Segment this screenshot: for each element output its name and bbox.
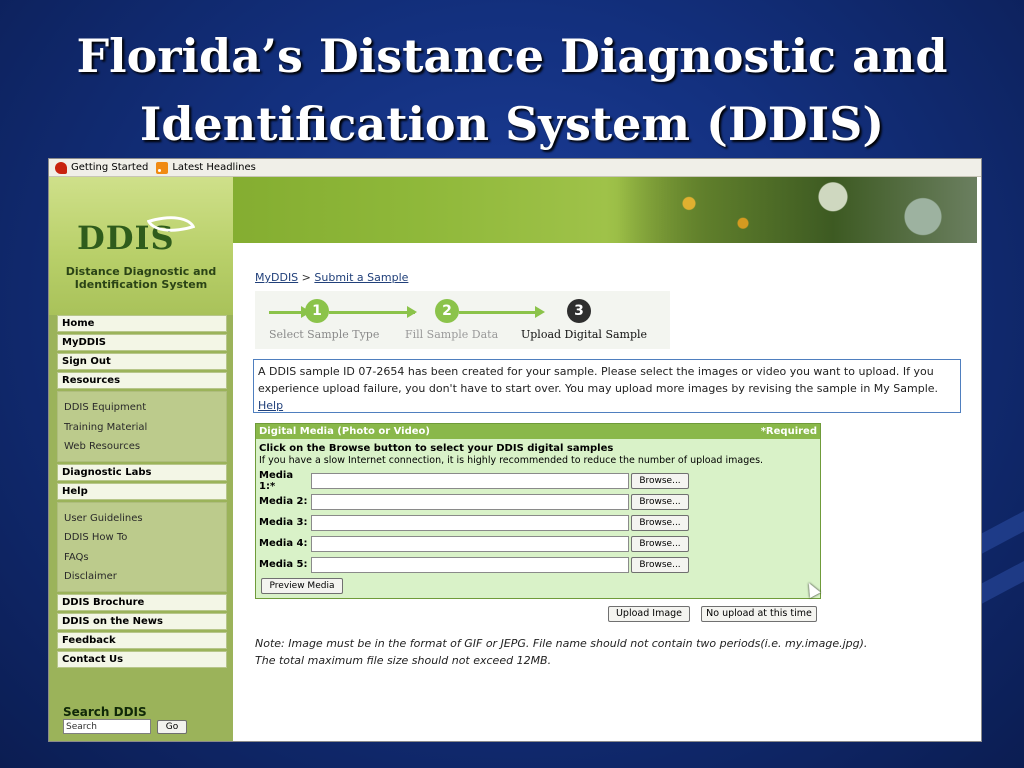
search-title: Search DDIS — [63, 705, 147, 719]
media-3-label: Media 3: — [259, 517, 308, 528]
media-instruction-bold: Click on the Browse button to select you… — [259, 443, 614, 454]
sidebar-item-ddis-brochure[interactable]: DDIS Brochure — [57, 593, 227, 611]
no-upload-button[interactable]: No upload at this time — [701, 606, 817, 622]
bookmark-label: Latest Headlines — [172, 162, 256, 173]
sidebar-item-ddis-how-to[interactable]: DDIS How To — [64, 528, 226, 548]
media-3-browse-button[interactable]: Browse... — [631, 514, 689, 531]
media-3-field[interactable] — [311, 514, 629, 531]
step-connector — [329, 311, 415, 314]
logo-area: DDIS Distance Diagnostic and Identificat… — [49, 177, 233, 315]
breadcrumb-submit-sample[interactable]: Submit a Sample — [314, 271, 408, 284]
logo-subtitle-line2: Identification System — [74, 278, 208, 291]
search-input[interactable] — [63, 719, 151, 734]
note-line-2: The total maximum file size should not e… — [255, 654, 552, 667]
media-2-label: Media 2: — [259, 496, 308, 507]
step-connector — [459, 311, 539, 314]
sidebar-item-contact-us[interactable]: Contact Us — [57, 650, 227, 668]
breadcrumb-myddis[interactable]: MyDDIS — [255, 271, 298, 284]
help-submenu: User Guidelines DDIS How To FAQs Disclai… — [57, 501, 227, 592]
media-instruction-text: If you have a slow Internet connection, … — [259, 455, 764, 466]
media-1-browse-button[interactable]: Browse... — [631, 472, 689, 489]
media-4-label: Media 4: — [259, 538, 308, 549]
media-1-label: Media 1:* — [259, 469, 294, 492]
sidebar-item-user-guidelines[interactable]: User Guidelines — [64, 509, 226, 529]
media-5-field[interactable] — [311, 556, 629, 573]
sidebar-item-web-resources[interactable]: Web Resources — [64, 437, 226, 457]
sidebar: DDIS Distance Diagnostic and Identificat… — [49, 177, 233, 741]
bookmark-latest-headlines[interactable]: Latest Headlines — [156, 161, 256, 174]
sidebar-nav: Home MyDDIS Sign Out Resources DDIS Equi… — [57, 315, 227, 670]
note-line-1: Note: Image must be in the format of GIF… — [255, 637, 868, 650]
sidebar-item-disclaimer[interactable]: Disclaimer — [64, 567, 226, 587]
bookmarks-bar: Getting Started Latest Headlines — [49, 159, 981, 177]
resources-submenu: DDIS Equipment Training Material Web Res… — [57, 391, 227, 462]
media-row-5: Media 5: Browse... — [259, 556, 689, 573]
sidebar-item-help[interactable]: Help — [57, 482, 227, 500]
media-5-label: Media 5: — [259, 559, 308, 570]
step-1-label: Select Sample Type — [269, 328, 380, 341]
media-2-browse-button[interactable]: Browse... — [631, 493, 689, 510]
sidebar-item-myddis[interactable]: MyDDIS — [57, 334, 227, 351]
help-link[interactable]: Help — [258, 399, 283, 412]
sidebar-item-resources[interactable]: Resources — [57, 372, 227, 389]
slide-title-line1: Florida’s Distance Diagnostic and — [76, 29, 948, 83]
step-2-circle: 2 — [435, 299, 459, 323]
step-1-circle: 1 — [305, 299, 329, 323]
breadcrumb-separator: > — [301, 271, 311, 284]
arrow-right-icon — [535, 306, 545, 318]
sidebar-item-home[interactable]: Home — [57, 315, 227, 332]
bookmark-label: Getting Started — [71, 162, 149, 173]
preview-media-button[interactable]: Preview Media — [261, 578, 343, 594]
media-4-browse-button[interactable]: Browse... — [631, 535, 689, 552]
browser-window: Getting Started Latest Headlines DDIS Di… — [48, 158, 982, 742]
slide-title: Florida’s Distance Diagnostic and Identi… — [0, 22, 1024, 158]
sidebar-item-feedback[interactable]: Feedback — [57, 631, 227, 649]
step-3-circle: 3 — [567, 299, 591, 323]
upload-image-button[interactable]: Upload Image — [608, 606, 690, 622]
step-3-label: Upload Digital Sample — [521, 328, 648, 341]
logo-subtitle: Distance Diagnostic and Identification S… — [49, 265, 233, 291]
required-note: *Required — [760, 426, 817, 437]
logo-subtitle-line1: Distance Diagnostic and — [65, 265, 217, 278]
bookmark-getting-started[interactable]: Getting Started — [55, 161, 149, 174]
sample-notice: A DDIS sample ID 07-2654 has been create… — [253, 359, 961, 413]
media-row-4: Media 4: Browse... — [259, 535, 689, 552]
media-1-field[interactable] — [311, 472, 629, 489]
media-panel-header: Digital Media (Photo or Video) *Required — [256, 424, 820, 439]
slide-title-line2: Identification System (DDIS) — [139, 97, 885, 151]
media-instructions: Click on the Browse button to select you… — [256, 439, 820, 467]
media-row-1: Media 1:* Browse... — [259, 469, 689, 492]
step-2-label: Fill Sample Data — [405, 328, 499, 341]
sidebar-item-faqs[interactable]: FAQs — [64, 548, 226, 568]
sidebar-item-sign-out[interactable]: Sign Out — [57, 353, 227, 370]
sidebar-item-diagnostic-labs[interactable]: Diagnostic Labs — [57, 463, 227, 481]
sidebar-item-ddis-on-the-news[interactable]: DDIS on the News — [57, 612, 227, 630]
media-row-2: Media 2: Browse... — [259, 493, 689, 510]
media-panel-title: Digital Media (Photo or Video) — [259, 426, 430, 437]
sidebar-item-training-material[interactable]: Training Material — [64, 418, 226, 438]
main-content: MyDDIS > Submit a Sample 1 2 3 Select Sa… — [233, 243, 981, 741]
firefox-bookmark-icon — [55, 161, 67, 174]
sidebar-item-ddis-equipment[interactable]: DDIS Equipment — [64, 398, 226, 418]
media-5-browse-button[interactable]: Browse... — [631, 556, 689, 573]
media-upload-panel: Digital Media (Photo or Video) *Required… — [255, 423, 821, 599]
notice-text: A DDIS sample ID 07-2654 has been create… — [258, 365, 939, 395]
media-2-field[interactable] — [311, 493, 629, 510]
file-format-note: Note: Image must be in the format of GIF… — [255, 635, 955, 669]
rss-feed-icon — [156, 161, 169, 174]
breadcrumb: MyDDIS > Submit a Sample — [255, 271, 408, 284]
arrow-right-icon — [407, 306, 417, 318]
progress-steps: 1 2 3 Select Sample Type Fill Sample Dat… — [255, 291, 670, 349]
banner-photo — [617, 177, 977, 243]
media-4-field[interactable] — [311, 535, 629, 552]
media-row-3: Media 3: Browse... — [259, 514, 689, 531]
go-button[interactable]: Go — [157, 720, 187, 734]
